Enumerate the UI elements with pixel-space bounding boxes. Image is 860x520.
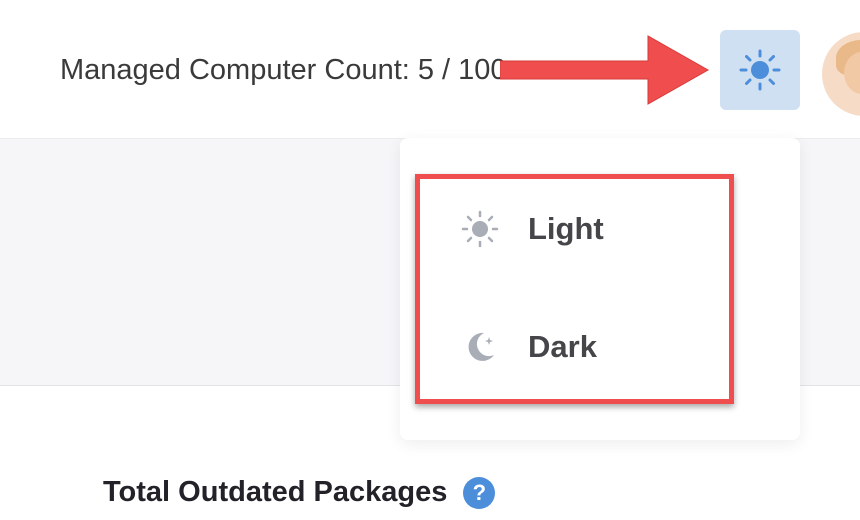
menu-item-light[interactable]: Light <box>460 199 760 259</box>
sun-icon <box>739 49 781 91</box>
page: Managed Computer Count: 5 / 100 Light Da… <box>0 0 860 520</box>
theme-toggle-button[interactable] <box>720 30 800 110</box>
theme-dropdown-menu: Light Dark <box>400 138 800 440</box>
section-title: Total Outdated Packages ? <box>103 476 496 509</box>
sun-icon <box>460 209 500 249</box>
top-bar: Managed Computer Count: 5 / 100 <box>0 0 860 139</box>
help-icon[interactable]: ? <box>463 476 496 509</box>
managed-computer-count: Managed Computer Count: 5 / 100 <box>60 54 507 86</box>
moon-icon <box>460 327 500 367</box>
menu-item-dark-label: Dark <box>528 329 597 364</box>
total-outdated-packages-title: Total Outdated Packages <box>103 476 448 508</box>
annotation-arrow <box>500 35 710 105</box>
menu-item-light-label: Light <box>528 211 604 246</box>
menu-item-dark[interactable]: Dark <box>460 317 760 377</box>
user-avatar[interactable] <box>822 32 860 116</box>
